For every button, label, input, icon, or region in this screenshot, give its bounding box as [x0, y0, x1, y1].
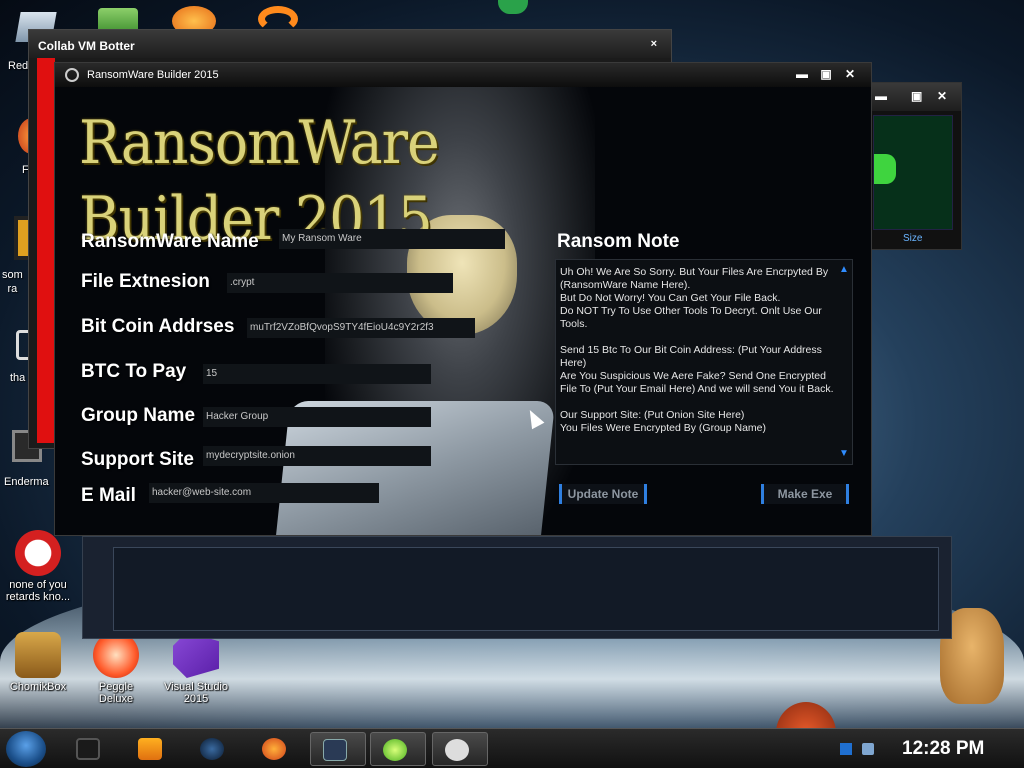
ransom-note-text[interactable]: Uh Oh! We Are So Sorry. But Your Files A…	[560, 266, 836, 435]
make-exe-button[interactable]: Make Exe	[761, 484, 849, 504]
scroll-up-icon[interactable]: ▲	[838, 264, 850, 276]
email-input[interactable]: hacker@web-site.com	[149, 483, 379, 503]
background-window[interactable]: ▬ ▣ ✕ Size	[860, 82, 962, 250]
red-panel	[37, 58, 55, 443]
size-button[interactable]: Size	[903, 233, 922, 244]
builder-titlebar[interactable]: RansomWare Builder 2015 ▬ ▣ ✕	[55, 63, 871, 87]
ransom-note-label: Ransom Note	[557, 231, 680, 252]
bitcoin-address-label: Bit Coin Addrses	[81, 316, 235, 337]
btc-to-pay-input[interactable]: 15	[203, 364, 431, 384]
taskbar-app-active[interactable]	[370, 732, 426, 766]
ransom-note-textarea[interactable]: Uh Oh! We Are So Sorry. But Your Files A…	[555, 259, 853, 465]
ransomware-builder-window[interactable]: RansomWare Builder 2015 ▬ ▣ ✕ RansomWare…	[54, 62, 872, 536]
ransomware-name-label: RansomWare Name	[81, 231, 259, 252]
ransomware-builder-icon	[445, 739, 469, 761]
lime-icon	[383, 739, 407, 761]
desktop-icon-chomikbox[interactable]: ChomikBox	[0, 632, 76, 693]
collab-titlebar[interactable]: Collab VM Botter ×	[29, 30, 671, 58]
maximize-button[interactable]: ▣	[819, 67, 833, 81]
scrollbar[interactable]: ▲ ▼	[836, 260, 852, 464]
minimize-icon[interactable]: ▬	[875, 89, 887, 103]
support-site-input[interactable]: mydecryptsite.onion	[203, 446, 431, 466]
desktop-icon-label: Enderma	[4, 476, 49, 488]
window-title: Collab VM Botter	[38, 39, 135, 53]
close-icon[interactable]: ✕	[937, 89, 947, 103]
taskbar-app[interactable]	[188, 732, 236, 766]
network-icon[interactable]	[840, 743, 852, 755]
app-icon	[65, 68, 79, 82]
email-label: E Mail	[81, 485, 136, 506]
maximize-icon[interactable]: ▣	[911, 89, 922, 103]
volume-icon[interactable]	[862, 743, 874, 755]
group-name-label: Group Name	[81, 405, 196, 426]
globe-icon	[200, 738, 224, 760]
close-button[interactable]: ✕	[843, 67, 857, 81]
group-name-input[interactable]: Hacker Group	[203, 407, 431, 427]
firefox-icon	[262, 738, 286, 760]
desktop-icon-peggle[interactable]: Peggle Deluxe	[78, 632, 154, 705]
desktop-icon-label: ChomikBox	[9, 681, 67, 693]
file-extension-label: File Extnesion	[81, 271, 210, 292]
desktop-icon-label: Visual Studio 2015	[163, 681, 228, 705]
file-extension-input[interactable]: .crypt	[227, 273, 453, 293]
desktop-icon-label: som ra	[2, 269, 23, 295]
btc-to-pay-label: BTC To Pay	[81, 361, 187, 382]
hamster-icon	[15, 632, 61, 678]
desktop-icon-none-of-you[interactable]: none of you retards kno...	[0, 530, 76, 603]
taskbar-app-active[interactable]	[310, 732, 366, 766]
bitcoin-address-input[interactable]: muTrf2VZoBfQvopS9TY4fEioU4c9Y2r2f3	[247, 318, 475, 338]
window-title: RansomWare Builder 2015	[87, 69, 219, 81]
desktop-icon-visual-studio[interactable]: Visual Studio 2015	[158, 632, 234, 705]
text-pane[interactable]	[113, 547, 939, 631]
background-window-titlebar[interactable]: ▬ ▣ ✕	[861, 83, 961, 111]
clock[interactable]: 12:28 PM	[902, 738, 984, 760]
taskbar-app[interactable]	[250, 732, 298, 766]
desktop-icon-label: tha	[10, 372, 26, 384]
green-shape	[874, 154, 896, 184]
lizard-icon	[15, 530, 61, 576]
window-icon	[323, 739, 347, 761]
support-site-label: Support Site	[81, 449, 194, 470]
ransomware-name-input[interactable]: My Ransom Ware	[279, 229, 505, 249]
taskbar: 12:28 PM	[0, 728, 1024, 768]
desktop-icon-label: Red	[8, 60, 29, 72]
app-icon	[76, 738, 100, 760]
taskbar-app-active[interactable]	[432, 732, 488, 766]
minimize-button[interactable]: ▬	[795, 67, 809, 81]
desktop-icon-label: Peggle Deluxe	[98, 681, 134, 705]
background-window-lower[interactable]	[82, 536, 952, 639]
scroll-down-icon[interactable]: ▼	[838, 448, 850, 460]
taskbar-app[interactable]	[64, 732, 112, 766]
tray-pin-icon	[498, 0, 528, 14]
taskbar-app[interactable]	[126, 732, 174, 766]
background-window-content	[873, 115, 953, 230]
media-player-icon	[138, 738, 162, 760]
update-note-button[interactable]: Update Note	[559, 484, 647, 504]
desktop-icon-label: none of you retards kno...	[5, 579, 71, 603]
close-button[interactable]: ×	[651, 38, 657, 50]
start-button[interactable]	[6, 731, 46, 767]
